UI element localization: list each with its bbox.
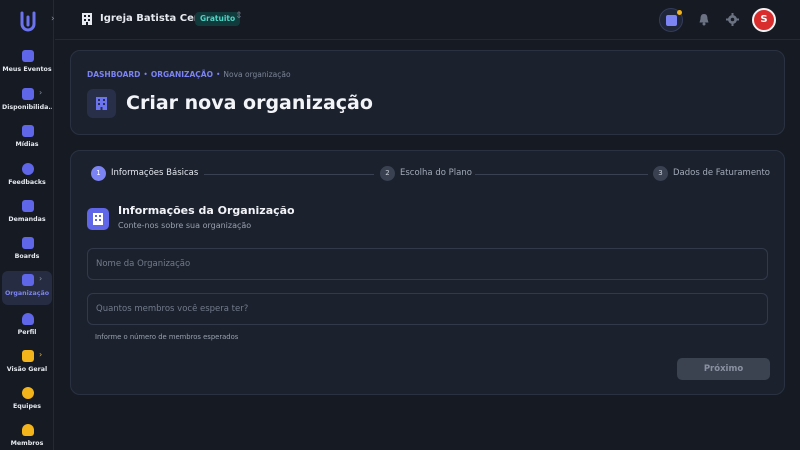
- building-icon: [87, 208, 109, 230]
- page-header-card: DASHBOARD • ORGANIZAÇÃO • Nova organização C…: [70, 50, 785, 135]
- next-button[interactable]: Próximo: [677, 358, 770, 380]
- calendar-clock-icon: [22, 88, 34, 100]
- sidebar-item-label: Visão Geral: [6, 366, 48, 373]
- sidebar-item-label: Disponibilida...: [2, 104, 52, 111]
- sidebar-item-visao-geral[interactable]: › Visão Geral: [2, 347, 52, 381]
- user-icon: [22, 313, 34, 325]
- inbox-icon: [22, 200, 34, 212]
- step-number: 3: [653, 166, 668, 181]
- breadcrumb-organizacao[interactable]: ORGANIZAÇÃO: [151, 70, 213, 79]
- board-icon: [22, 237, 34, 249]
- step-number: 1: [91, 166, 106, 181]
- member-icon: [22, 424, 34, 436]
- chart-icon: [22, 350, 34, 362]
- chevron-right-icon: ›: [39, 88, 43, 97]
- chevron-up-down-icon[interactable]: ⇕: [235, 11, 243, 21]
- tasks-button[interactable]: [659, 8, 683, 32]
- sidebar-item-perfil[interactable]: Perfil: [2, 310, 52, 344]
- page-title: Criar nova organização: [126, 92, 373, 114]
- sidebar-item-feedbacks[interactable]: Feedbacks: [2, 160, 52, 194]
- sidebar-item-label: Demandas: [8, 216, 46, 223]
- building-icon: [87, 89, 116, 118]
- sidebar-item-label: Equipes: [13, 403, 41, 410]
- sidebar-item-label: Membros: [10, 440, 44, 447]
- sidebar-item-disponibilidade[interactable]: › Disponibilida...: [2, 85, 52, 119]
- sidebar-item-label: Organização: [4, 290, 50, 297]
- sidebar-item-label: Boards: [14, 253, 40, 260]
- sidebar-item-membros[interactable]: Membros: [2, 421, 52, 450]
- sidebar-item-boards[interactable]: Boards: [2, 234, 52, 268]
- plan-badge: Gratuito: [195, 12, 241, 26]
- step-connector: [204, 174, 374, 175]
- gear-icon[interactable]: [726, 13, 739, 26]
- chat-bubble-icon: [22, 163, 34, 175]
- step-label: Escolha do Plano: [400, 168, 472, 178]
- members-count-input[interactable]: [88, 294, 767, 324]
- breadcrumb-separator: •: [215, 70, 221, 79]
- sidebar-item-midias[interactable]: Mídias: [2, 122, 52, 156]
- breadcrumb-current: Nova organização: [223, 70, 291, 79]
- members-count-hint: Informe o número de membros esperados: [95, 333, 239, 341]
- sidebar-item-organizacao[interactable]: › Organização: [2, 271, 52, 305]
- team-icon: [22, 387, 34, 399]
- step-connector: [475, 174, 648, 175]
- bell-icon[interactable]: [698, 13, 710, 26]
- chevron-right-icon: ›: [39, 274, 43, 283]
- sidebar-item-label: Feedbacks: [8, 179, 46, 186]
- app-logo-icon[interactable]: [18, 11, 38, 33]
- members-count-field[interactable]: [87, 293, 768, 325]
- building-icon: [82, 13, 92, 25]
- step-number: 2: [380, 166, 395, 181]
- section-subtitle: Conte-nos sobre sua organização: [118, 221, 252, 230]
- step-label: Dados de Faturamento: [673, 168, 770, 178]
- sidebar-item-label: Perfil: [17, 329, 37, 336]
- chevron-right-icon: ›: [39, 350, 43, 359]
- section-title: Informações da Organização: [118, 204, 295, 217]
- breadcrumb-dashboard[interactable]: DASHBOARD: [87, 70, 140, 79]
- sidebar-item-meus-eventos[interactable]: Meus Eventos: [2, 47, 52, 81]
- calendar-icon: [22, 50, 34, 62]
- sidebar-item-demandas[interactable]: Demandas: [2, 197, 52, 231]
- building-icon: [22, 274, 34, 286]
- sidebar-item-label: Meus Eventos: [2, 66, 52, 73]
- breadcrumb: DASHBOARD • ORGANIZAÇÃO • Nova organização: [87, 70, 291, 79]
- tasks-icon: [666, 15, 677, 26]
- step-label: Informações Básicas: [111, 168, 199, 178]
- notification-dot: [677, 10, 682, 15]
- avatar[interactable]: S: [752, 8, 776, 32]
- org-name-field[interactable]: [87, 248, 768, 280]
- org-name-input[interactable]: [88, 249, 767, 279]
- media-icon: [22, 125, 34, 137]
- breadcrumb-separator: •: [143, 70, 148, 79]
- sidebar-item-equipes[interactable]: Equipes: [2, 384, 52, 418]
- sidebar-item-label: Mídias: [15, 141, 39, 148]
- sidebar: › Meus Eventos › Disponibilida... Mídias…: [0, 0, 55, 450]
- top-header: Igreja Batista Central Gratuito ⇕ S: [55, 0, 800, 40]
- create-org-form-card: 1 Informações Básicas 2 Escolha do Plano…: [70, 150, 785, 395]
